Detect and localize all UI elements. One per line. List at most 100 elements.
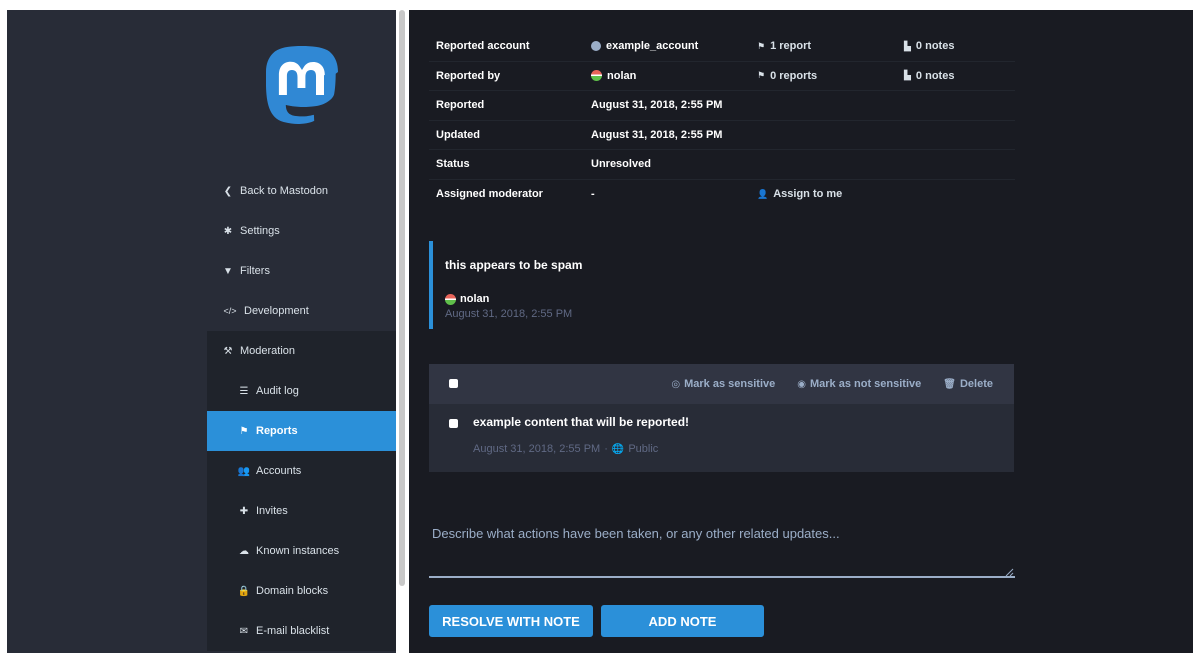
sidebar-item-label: Audit log — [256, 385, 299, 397]
sidebar-item-label: Filters — [240, 265, 270, 277]
avatar — [591, 70, 602, 82]
filter-icon: ▼ — [223, 265, 233, 277]
report-comment: this appears to be spam nolan August 31,… — [429, 241, 1015, 329]
reports-count: 1 report — [770, 40, 812, 53]
row-value: August 31, 2018, 2:55 PM — [591, 128, 723, 141]
add-note-button[interactable]: ADD NOTE — [601, 605, 764, 637]
notes-count-link[interactable]: ▙ 0 notes — [904, 70, 1015, 82]
batch-actions-bar: ◎ Mark as sensitive ◉ Mark as not sensit… — [429, 364, 1014, 404]
sidebar-item-label: Development — [244, 305, 309, 317]
file-icon: ▙ — [904, 40, 911, 51]
reports-count-link[interactable]: ⚑ 1 report — [757, 40, 904, 52]
comment-timestamp: August 31, 2018, 2:55 PM — [445, 308, 573, 320]
lock-icon: 🔒 — [237, 585, 251, 597]
reported-statuses-panel: ◎ Mark as sensitive ◉ Mark as not sensit… — [429, 364, 1014, 472]
resize-handle-icon[interactable] — [1004, 567, 1014, 577]
delete-button[interactable]: 🗑 Delete — [943, 378, 993, 390]
eye-slash-icon: ◎ — [671, 378, 681, 390]
trash-icon: 🗑 — [943, 378, 956, 390]
table-row: Reported August 31, 2018, 2:55 PM — [429, 91, 1015, 121]
sidebar-item-known-instances[interactable]: ☁ Known instances — [207, 531, 396, 571]
status-value: Unresolved — [591, 158, 651, 171]
reports-count-link[interactable]: ⚑ 0 reports — [757, 70, 904, 82]
notes-count-link[interactable]: ▙ 0 notes — [904, 40, 1015, 52]
assign-label: Assign to me — [773, 188, 843, 201]
notes-count: 0 notes — [915, 40, 955, 53]
flag-icon: ⚑ — [757, 40, 766, 51]
admin-sidebar: ❮ Back to Mastodon ✱ Settings ▼ Filters … — [7, 10, 396, 653]
flag-icon: ⚑ — [757, 70, 766, 81]
account-name: example_account — [606, 40, 699, 53]
sidebar-item-audit-log[interactable]: ☰ Audit log — [207, 371, 396, 411]
gear-icon: ✱ — [223, 225, 233, 237]
chevron-left-icon: ❮ — [223, 185, 233, 197]
sidebar-item-label: Settings — [240, 225, 280, 237]
mark-not-sensitive-button[interactable]: ◉ Mark as not sensitive — [797, 378, 921, 390]
list-icon: ☰ — [239, 385, 249, 397]
sidebar-item-label: Invites — [256, 505, 288, 517]
status-checkbox[interactable] — [449, 419, 458, 428]
author-name: nolan — [460, 293, 490, 305]
row-label: Status — [436, 158, 470, 171]
eye-icon: ◉ — [797, 378, 806, 390]
status-meta: August 31, 2018, 2:55 PM · 🌐 Public — [473, 443, 658, 455]
table-row: Reported by nolan ⚑ 0 reports ▙ 0 notes — [429, 62, 1015, 91]
reporter-account-link[interactable]: nolan — [591, 70, 757, 82]
reports-count: 0 reports — [770, 69, 818, 82]
sidebar-item-label: Domain blocks — [256, 585, 329, 597]
action-label: Mark as sensitive — [684, 378, 776, 390]
sidebar-item-reports[interactable]: ⚑ Reports — [207, 411, 396, 451]
separator: · — [604, 443, 608, 455]
sidebar-item-label: Back to Mastodon — [240, 185, 329, 197]
comment-author-link[interactable]: nolan — [445, 293, 489, 305]
resolve-with-note-button[interactable]: RESOLVE WITH NOTE — [429, 605, 593, 637]
scrollbar-thumb[interactable] — [399, 10, 405, 586]
account-name: nolan — [607, 69, 637, 82]
sidebar-item-label: E-mail blacklist — [256, 625, 330, 637]
row-value: - — [591, 188, 595, 201]
sidebar-item-accounts[interactable]: 👥 Accounts — [207, 451, 396, 491]
sidebar-item-email-blacklist[interactable]: ✉ E-mail blacklist — [207, 611, 396, 651]
notes-count: 0 notes — [915, 69, 955, 82]
users-icon: 👥 — [237, 465, 251, 477]
reported-account-link[interactable]: example_account — [591, 40, 757, 52]
sidebar-item-filters[interactable]: ▼ Filters — [207, 251, 396, 291]
report-details-table: Reported account example_account ⚑ 1 rep… — [429, 32, 1015, 209]
cloud-icon: ☁ — [239, 545, 249, 557]
action-label: Mark as not sensitive — [809, 378, 922, 390]
scrollbar[interactable] — [396, 10, 409, 653]
file-icon: ▙ — [904, 70, 911, 81]
sidebar-item-invites[interactable]: ✚ Invites — [207, 491, 396, 531]
mastodon-logo-icon[interactable] — [262, 44, 342, 130]
visibility-label: Public — [628, 443, 659, 455]
row-label: Assigned moderator — [436, 188, 543, 201]
sidebar-item-back[interactable]: ❮ Back to Mastodon — [207, 171, 396, 211]
sidebar-item-label: Reports — [256, 425, 298, 437]
report-note-field[interactable] — [429, 514, 1015, 578]
sidebar-item-development[interactable]: </> Development — [207, 291, 396, 331]
code-icon: </> — [223, 306, 237, 316]
gavel-icon: ⚒ — [223, 345, 233, 357]
table-row: Reported account example_account ⚑ 1 rep… — [429, 32, 1015, 62]
status-content: example content that will be reported! — [473, 415, 690, 429]
status-timestamp-link[interactable]: August 31, 2018, 2:55 PM — [473, 443, 600, 455]
sidebar-item-label: Accounts — [256, 465, 302, 477]
comment-text: this appears to be spam — [445, 258, 583, 272]
table-row: Status Unresolved — [429, 150, 1015, 180]
sidebar-item-moderation[interactable]: ⚒ Moderation — [207, 331, 396, 371]
row-label: Reported by — [436, 69, 501, 82]
status-item: example content that will be reported! A… — [429, 404, 1014, 472]
user-icon: 👤 — [757, 188, 769, 199]
sidebar-nav: ❮ Back to Mastodon ✱ Settings ▼ Filters … — [207, 171, 396, 651]
sidebar-item-settings[interactable]: ✱ Settings — [207, 211, 396, 251]
row-label: Reported account — [436, 40, 530, 53]
select-all-checkbox[interactable] — [449, 379, 458, 388]
sidebar-item-domain-blocks[interactable]: 🔒 Domain blocks — [207, 571, 396, 611]
avatar — [591, 41, 601, 52]
mark-sensitive-button[interactable]: ◎ Mark as sensitive — [671, 378, 775, 390]
envelope-icon: ✉ — [239, 625, 249, 637]
moderation-subnav: ☰ Audit log ⚑ Reports 👥 Accounts ✚ Invit… — [207, 371, 396, 651]
flag-icon: ⚑ — [239, 425, 249, 437]
assign-to-me-link[interactable]: 👤 Assign to me — [757, 188, 904, 200]
row-value: August 31, 2018, 2:55 PM — [591, 99, 723, 112]
